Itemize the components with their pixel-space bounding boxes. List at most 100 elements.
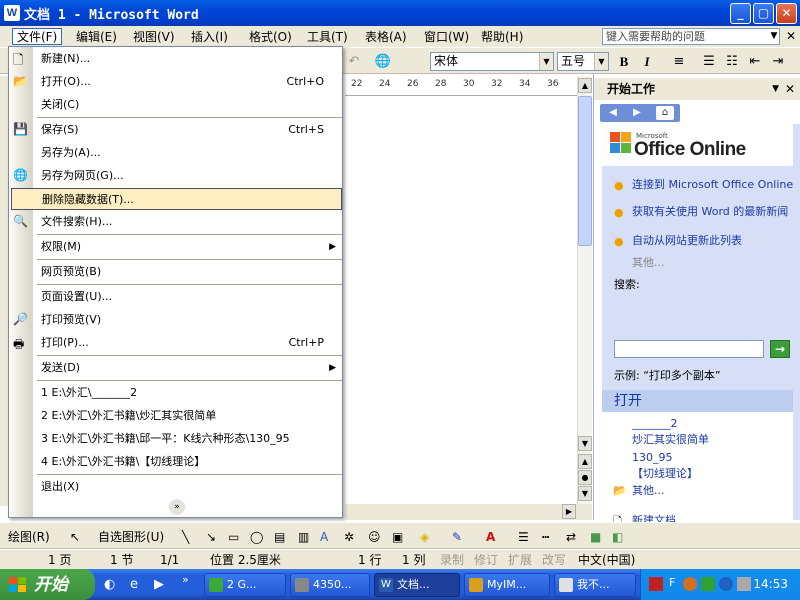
status-overtype[interactable]: 改写 [542, 552, 566, 568]
menu-file[interactable]: 文件(F) [12, 28, 63, 45]
menu-item-new[interactable]: 新建(N)... [34, 48, 342, 70]
menu-item-print-preview[interactable]: 打印预览(V) [34, 309, 342, 331]
font-color-icon[interactable]: A [486, 527, 495, 547]
start-button[interactable]: 开始 [0, 569, 95, 600]
forward-icon[interactable]: ▶ [628, 106, 646, 120]
menu-item-permission[interactable]: 权限(M) ▶ [34, 236, 342, 258]
scroll-down-icon[interactable]: ▼ [578, 436, 592, 451]
task-button[interactable]: MyIM... [464, 573, 550, 597]
menu-item-save-as[interactable]: 另存为(A)... [34, 142, 342, 164]
chevron-down-icon[interactable]: ▼ [539, 53, 553, 70]
help-search-input[interactable]: 键入需要帮助的问题 [602, 28, 780, 45]
status-extend[interactable]: 扩展 [508, 552, 532, 568]
close-document-button[interactable]: ✕ [786, 29, 796, 43]
word-app-icon[interactable]: W [4, 5, 20, 21]
task-button[interactable]: 4350... [290, 573, 370, 597]
menu-item-open[interactable]: 打开(O)... Ctrl+O [34, 71, 342, 93]
vertical-scrollbar[interactable]: ▲ ▼ ▲ ● ▼ [577, 76, 592, 504]
menu-item-recent-1[interactable]: 1 E:\外汇\_______2 [34, 382, 342, 404]
menu-edit[interactable]: 编辑(E) [72, 29, 121, 46]
tray-network-icon[interactable] [719, 577, 733, 591]
tray-letter[interactable]: F [669, 576, 675, 589]
menu-item-recent-4[interactable]: 4 E:\外汇\外汇书籍\【切线理论】 [34, 451, 342, 473]
menu-format[interactable]: 格式(O) [245, 29, 296, 46]
task-button[interactable]: 2 G... [204, 573, 286, 597]
maximize-button[interactable]: ▢ [753, 3, 774, 24]
horizontal-scrollbar[interactable]: ▶ [345, 504, 592, 520]
menu-view[interactable]: 视图(V) [129, 29, 179, 46]
numbered-list-icon[interactable]: ☰ [698, 51, 720, 72]
horizontal-ruler[interactable]: 22 24 26 28 30 32 34 36 [345, 76, 590, 96]
menu-item-page-setup[interactable]: 页面设置(U)... [34, 286, 342, 308]
menu-table[interactable]: 表格(A) [361, 29, 411, 46]
menu-item-save-as-web[interactable]: 另存为网页(G)... [34, 165, 342, 187]
scroll-right-icon[interactable]: ▶ [562, 504, 576, 519]
clock[interactable]: 14:53 [753, 569, 788, 600]
help-dropdown-icon[interactable]: ▼ [768, 29, 780, 44]
wordart-icon[interactable]: A [320, 527, 328, 547]
status-track[interactable]: 修订 [474, 552, 498, 568]
link-latest-news[interactable]: 获取有关使用 Word 的最新新闻 [632, 206, 797, 218]
increase-indent-icon[interactable]: ⇥ [767, 51, 789, 72]
minimize-button[interactable]: _ [730, 3, 751, 24]
bold-button[interactable]: B [613, 51, 635, 72]
task-button[interactable]: 我不... [554, 573, 636, 597]
font-size-select[interactable]: 五号 ▼ [557, 52, 609, 71]
quicklaunch-ie-icon[interactable]: e [130, 577, 138, 592]
line-color-icon[interactable]: ✎ [452, 527, 462, 547]
tray-app-icon[interactable] [683, 577, 697, 591]
arrow-icon[interactable]: ↘ [206, 527, 216, 547]
link-auto-update[interactable]: 自动从网站更新此列表 [632, 235, 797, 247]
recent-file-link[interactable]: _______2 [632, 418, 797, 430]
chevron-down-icon[interactable]: ▼ [594, 53, 608, 70]
quicklaunch-player-icon[interactable]: ▶ [154, 577, 164, 592]
next-page-icon[interactable]: ▼ [578, 486, 592, 501]
search-go-icon[interactable]: → [770, 340, 790, 358]
menu-item-recent-2[interactable]: 2 E:\外汇\外汇书籍\炒汇其实很简单 [34, 405, 342, 427]
decrease-indent-icon[interactable]: ⇤ [744, 51, 766, 72]
align-center-icon[interactable]: ≡ [668, 51, 690, 72]
quicklaunch-more-icon[interactable]: » [182, 573, 189, 586]
scroll-up-icon[interactable]: ▲ [578, 78, 592, 93]
document-page[interactable] [345, 97, 577, 504]
recent-file-link[interactable]: 【切线理论】 [632, 468, 797, 480]
menu-help[interactable]: 帮助(H) [477, 29, 527, 46]
menu-insert[interactable]: 插入(I) [187, 29, 232, 46]
rectangle-icon[interactable]: ▭ [228, 527, 239, 547]
back-icon[interactable]: ◀ [604, 106, 622, 120]
open-more-link[interactable]: 其他... [632, 485, 797, 497]
shadow-icon[interactable]: ■ [590, 527, 601, 547]
draw-menu-button[interactable]: 绘图(R) [8, 527, 50, 547]
task-pane-close-icon[interactable]: ✕ [785, 78, 795, 100]
link-office-online[interactable]: 连接到 Microsoft Office Online [632, 179, 797, 191]
textbox-icon[interactable]: ▤ [274, 527, 285, 547]
menu-item-exit[interactable]: 退出(X) [34, 476, 342, 498]
vertical-textbox-icon[interactable]: ▥ [298, 527, 309, 547]
quicklaunch-media-icon[interactable]: ◐ [104, 577, 115, 592]
tray-volume-icon[interactable] [737, 577, 751, 591]
3d-icon[interactable]: ◧ [612, 527, 623, 547]
diagram-icon[interactable]: ✲ [344, 527, 354, 547]
menu-item-web-preview[interactable]: 网页预览(B) [34, 261, 342, 283]
menu-item-send[interactable]: 发送(D) ▶ [34, 357, 342, 379]
menu-item-save[interactable]: 保存(S) Ctrl+S [34, 119, 342, 141]
select-browse-object-icon[interactable]: ● [578, 470, 592, 485]
home-icon[interactable]: ⌂ [656, 106, 674, 120]
close-button[interactable]: ✕ [776, 3, 797, 24]
recent-file-link[interactable]: 130_95 [632, 452, 797, 464]
select-objects-icon[interactable]: ↖ [70, 527, 80, 547]
expand-menu-icon[interactable]: » [169, 499, 185, 515]
task-button-active[interactable]: W 文档... [374, 573, 460, 597]
line-style-icon[interactable]: ☰ [518, 527, 529, 547]
menu-item-print[interactable]: 打印(P)... Ctrl+P [34, 332, 342, 354]
font-select[interactable]: 宋体 ▼ [430, 52, 554, 71]
menu-item-close[interactable]: 关闭(C) [34, 94, 342, 116]
fill-color-icon[interactable]: ◈ [420, 527, 429, 547]
italic-button[interactable]: I [636, 51, 658, 72]
task-pane-search-input[interactable] [614, 340, 764, 358]
link-more[interactable]: 其他... [632, 254, 665, 270]
oval-icon[interactable]: ◯ [250, 527, 263, 547]
task-pane-menu-icon[interactable]: ▼ [772, 78, 779, 100]
autoshapes-button[interactable]: 自选图形(U) [98, 527, 164, 547]
status-record[interactable]: 录制 [440, 552, 464, 568]
